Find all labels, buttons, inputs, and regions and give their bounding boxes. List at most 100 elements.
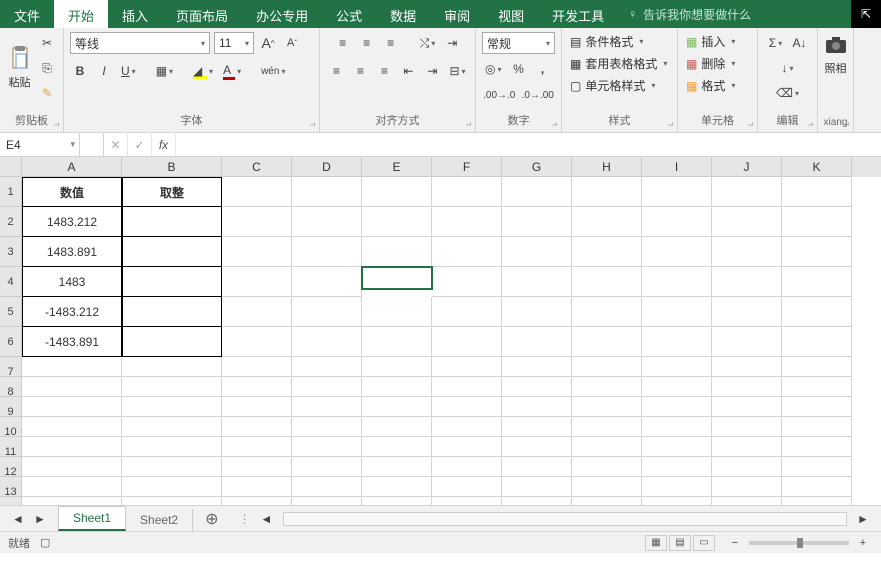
cell-C4[interactable] [222, 267, 292, 297]
cell-K12[interactable] [782, 457, 852, 477]
zoom-slider[interactable] [749, 541, 849, 545]
cell-E7[interactable] [362, 357, 432, 377]
fill-color-button[interactable]: ◢▾ [190, 60, 216, 82]
clear-button[interactable]: ⌫▾ [773, 82, 802, 104]
cell-G8[interactable] [502, 377, 572, 397]
cell-C12[interactable] [222, 457, 292, 477]
col-header-I[interactable]: I [642, 157, 712, 177]
row-header-10[interactable]: 10 [0, 417, 22, 437]
conditional-formatting-button[interactable]: ▤ 条件格式▾ [568, 32, 671, 51]
cell-A11[interactable] [22, 437, 122, 457]
borders-button[interactable]: ▦▾ [153, 60, 176, 82]
cell-J5[interactable] [712, 297, 782, 327]
align-left-button[interactable]: ≡ [326, 60, 346, 82]
cell-J13[interactable] [712, 477, 782, 497]
cell-F1[interactable] [432, 177, 502, 207]
col-header-C[interactable]: C [222, 157, 292, 177]
comma-button[interactable]: , [533, 58, 553, 80]
cell-B10[interactable] [122, 417, 222, 437]
view-page-layout-button[interactable]: ▤ [669, 535, 691, 551]
percent-button[interactable]: % [509, 58, 529, 80]
zoom-out-button[interactable]: − [725, 532, 745, 554]
cell-F3[interactable] [432, 237, 502, 267]
cell-B7[interactable] [122, 357, 222, 377]
cell-J8[interactable] [712, 377, 782, 397]
cell-G10[interactable] [502, 417, 572, 437]
cell-H7[interactable] [572, 357, 642, 377]
cell-A3[interactable]: 1483.891 [22, 237, 122, 267]
increase-font-button[interactable]: A^ [258, 32, 278, 54]
cell-F5[interactable] [432, 297, 502, 327]
cell-C3[interactable] [222, 237, 292, 267]
cell-G11[interactable] [502, 437, 572, 457]
cell-C8[interactable] [222, 377, 292, 397]
tab-home[interactable]: 开始 [54, 0, 108, 28]
col-header-F[interactable]: F [432, 157, 502, 177]
cell-B12[interactable] [122, 457, 222, 477]
row-header-14[interactable]: 14 [0, 497, 22, 505]
cell-H12[interactable] [572, 457, 642, 477]
align-top-button[interactable]: ≡ [333, 32, 353, 54]
cell-J10[interactable] [712, 417, 782, 437]
cell-E10[interactable] [362, 417, 432, 437]
cell-F11[interactable] [432, 437, 502, 457]
cell-J12[interactable] [712, 457, 782, 477]
format-as-table-button[interactable]: ▦ 套用表格格式▾ [568, 54, 671, 73]
cell-D7[interactable] [292, 357, 362, 377]
cell-A13[interactable] [22, 477, 122, 497]
cell-H8[interactable] [572, 377, 642, 397]
view-page-break-button[interactable]: ▭ [693, 535, 715, 551]
cell-I9[interactable] [642, 397, 712, 417]
cell-F4[interactable] [432, 267, 502, 297]
cell-A12[interactable] [22, 457, 122, 477]
scroll-split-icon[interactable]: ⋮ [239, 512, 251, 526]
cell-K10[interactable] [782, 417, 852, 437]
col-header-E[interactable]: E [362, 157, 432, 177]
cell-J7[interactable] [712, 357, 782, 377]
cell-F14[interactable] [432, 497, 502, 505]
cell-G1[interactable] [502, 177, 572, 207]
paste-button[interactable]: 粘贴 [6, 46, 33, 90]
insert-function-button[interactable]: fx [152, 133, 176, 156]
phonetic-button[interactable]: wén▾ [258, 60, 288, 82]
cell-J4[interactable] [712, 267, 782, 297]
cell-B11[interactable] [122, 437, 222, 457]
view-normal-button[interactable]: ▦ [645, 535, 667, 551]
cell-D8[interactable] [292, 377, 362, 397]
cell-K6[interactable] [782, 327, 852, 357]
cell-K1[interactable] [782, 177, 852, 207]
col-header-H[interactable]: H [572, 157, 642, 177]
cell-H2[interactable] [572, 207, 642, 237]
col-header-K[interactable]: K [782, 157, 852, 177]
underline-button[interactable]: U▾ [118, 60, 139, 82]
number-format-select[interactable]: 常规▾ [482, 32, 555, 54]
cell-D13[interactable] [292, 477, 362, 497]
sheet-nav-next[interactable]: ► [30, 508, 50, 530]
tell-me[interactable]: ♀ 告诉我你想要做什么 [618, 0, 761, 28]
font-size-select[interactable]: 11▾ [214, 32, 254, 54]
cell-B2[interactable] [122, 207, 222, 237]
cell-A8[interactable] [22, 377, 122, 397]
sheet-tab-1[interactable]: Sheet1 [58, 506, 126, 531]
cell-I5[interactable] [642, 297, 712, 327]
share-button[interactable]: ⇱ [851, 0, 881, 28]
row-header-5[interactable]: 5 [0, 297, 22, 327]
tab-view[interactable]: 视图 [484, 0, 538, 28]
cell-D4[interactable] [292, 267, 362, 297]
cell-A2[interactable]: 1483.212 [22, 207, 122, 237]
cell-E14[interactable] [362, 497, 432, 505]
cell-C14[interactable] [222, 497, 292, 505]
format-painter-button[interactable]: ✎ [37, 82, 57, 104]
cell-B14[interactable] [122, 497, 222, 505]
cell-J1[interactable] [712, 177, 782, 207]
cell-D2[interactable] [292, 207, 362, 237]
cell-J9[interactable] [712, 397, 782, 417]
cell-A6[interactable]: -1483.891 [22, 327, 122, 357]
cell-J11[interactable] [712, 437, 782, 457]
cell-B8[interactable] [122, 377, 222, 397]
wrap-text-button[interactable]: ⇥ [442, 32, 462, 54]
cell-H3[interactable] [572, 237, 642, 267]
cell-F13[interactable] [432, 477, 502, 497]
cell-F8[interactable] [432, 377, 502, 397]
row-header-6[interactable]: 6 [0, 327, 22, 357]
